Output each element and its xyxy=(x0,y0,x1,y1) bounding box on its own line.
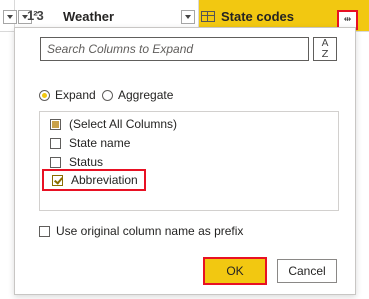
search-columns-input[interactable] xyxy=(40,37,309,61)
sort-az-icon[interactable]: AZ xyxy=(313,37,337,61)
checkbox-icon[interactable] xyxy=(50,156,61,168)
aggregate-radio[interactable]: Aggregate xyxy=(102,88,173,102)
state-codes-column-name: State codes xyxy=(221,9,294,24)
abbreviation-column-item[interactable]: Abbreviation xyxy=(42,169,146,191)
column-checkbox-list: (Select All Columns) State name Status A… xyxy=(39,111,339,211)
list-item-label: Abbreviation xyxy=(71,173,138,187)
radio-dot-icon xyxy=(102,89,113,101)
checkbox-partial-icon[interactable] xyxy=(50,118,61,130)
chevron-down-icon[interactable] xyxy=(3,10,17,24)
expand-radio-label: Expand xyxy=(55,88,96,102)
expand-radio[interactable]: Expand xyxy=(39,88,96,102)
checkbox-icon[interactable] xyxy=(50,137,61,149)
radio-dot-icon xyxy=(39,89,50,101)
select-all-columns-item[interactable]: (Select All Columns) xyxy=(40,115,177,133)
table-type-icon[interactable] xyxy=(201,11,215,22)
use-prefix-label: Use original column name as prefix xyxy=(56,224,244,238)
checkbox-icon[interactable] xyxy=(39,225,50,237)
expand-columns-panel: AZ Expand Aggregate (Select All Columns)… xyxy=(14,27,356,295)
list-item-label: (Select All Columns) xyxy=(69,117,178,131)
aggregate-radio-label: Aggregate xyxy=(118,88,174,102)
whole-number-type-icon[interactable]: 1²3 xyxy=(27,8,44,23)
state-name-column-item[interactable]: State name xyxy=(40,134,130,152)
weather-column-name: Weather xyxy=(63,9,115,24)
use-prefix-option[interactable]: Use original column name as prefix xyxy=(39,224,243,238)
list-item-label: Status xyxy=(69,155,104,169)
ok-button[interactable]: OK xyxy=(203,257,267,285)
cancel-button[interactable]: Cancel xyxy=(277,259,337,283)
list-item-label: State name xyxy=(69,136,131,150)
checkbox-checked-icon[interactable] xyxy=(52,174,63,186)
chevron-down-icon[interactable] xyxy=(181,10,195,24)
